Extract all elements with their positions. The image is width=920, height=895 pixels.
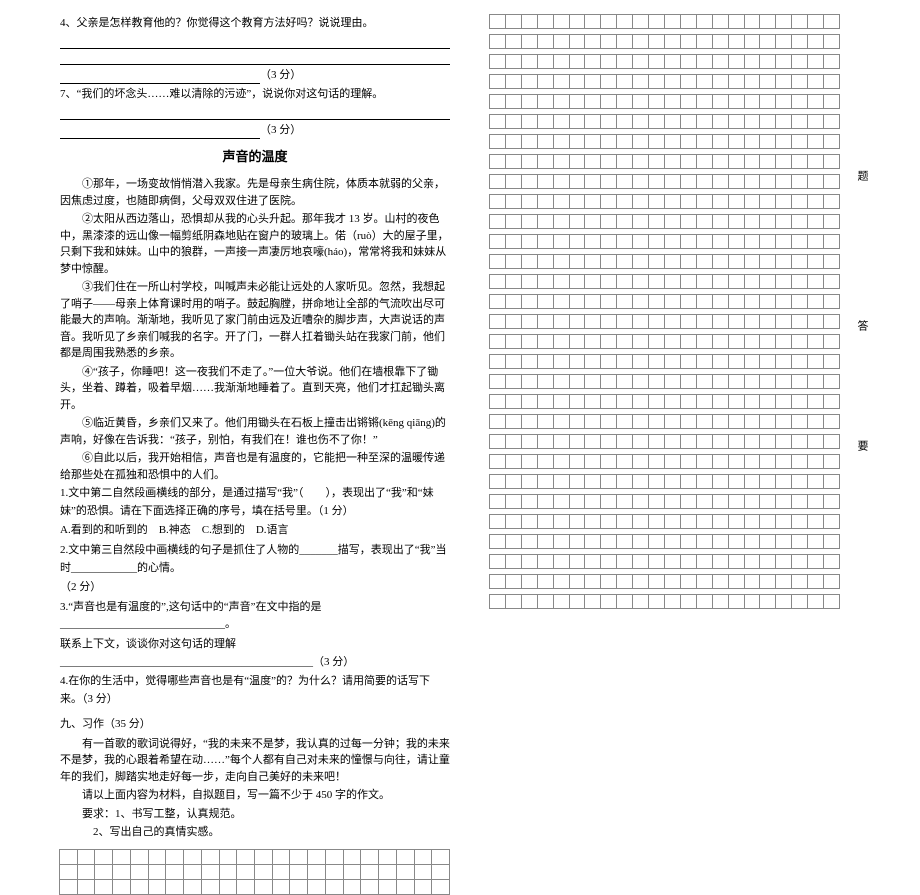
vertical-label-3: 要: [854, 440, 870, 459]
answer-line[interactable]: [60, 72, 260, 84]
reading-p1: ①那年，一场变故悄悄潜入我家。先是母亲生病住院，体质本就弱的父亲，因焦虑过度，也…: [60, 176, 450, 209]
answer-line[interactable]: [60, 106, 450, 120]
q7-prompt: 7、“我们的坏念头……难以清除的污迹”，说说你对这句话的理解。: [60, 86, 450, 104]
vertical-label-1: 题: [854, 170, 870, 189]
essay-p2: 请以上面内容为材料，自拟题目，写一篇不少于 450 字的作文。: [60, 787, 450, 804]
reading-p2: ②太阳从西边落山，恐惧却从我的心头升起。那年我才 13 岁。山村的夜色中，黑漆漆…: [60, 211, 450, 277]
q4-prompt: 4、父亲是怎样教育他的？你觉得这个教育方法好吗？说说理由。: [60, 15, 450, 33]
reading-q2b: （2 分）: [60, 579, 450, 597]
reading-p4: ④“孩子，你睡吧！这一夜我们不走了。”一位大爷说。他们在墙根靠下了锄头，坐着、蹲…: [60, 364, 450, 414]
reading-p3: ③我们住在一所山村学校，叫喊声未必能让远处的人家听见。忽然，我想起了哨子——母亲…: [60, 279, 450, 362]
essay-grid-right[interactable]: [490, 15, 840, 609]
reading-p6: ⑥自此以后，我开始相信，声音也是有温度的，它能把一种至深的温暖传递给那些处在孤独…: [60, 450, 450, 483]
reading-q3a: 3.“声音也是有温度的”,这句话中的“声音”在文中指的是____________…: [60, 599, 450, 634]
essay-p4: 2、写出自己的真情实感。: [60, 824, 450, 842]
essay-p3: 要求：1、书写工整，认真规范。: [60, 806, 450, 823]
vertical-label-2: 答: [854, 320, 870, 339]
reading-q1-options: A.看到的和听到的 B.神态 C.想到的 D.语言: [60, 522, 450, 540]
reading-p5: ⑤临近黄昏，乡亲们又来了。他们用锄头在石板上撞击出锵锵(kēng qiāng)的…: [60, 415, 450, 448]
reading-q1: 1.文中第二自然段画横线的部分，是通过描写“我”（ ），表现出了“我”和“妹妹”…: [60, 485, 450, 520]
answer-line[interactable]: [60, 51, 450, 65]
q4-score: （3 分）: [260, 69, 301, 81]
essay-p1: 有一首歌的歌词说得好，“我的未来不是梦，我认真的过每一分钟；我的未来不是梦，我的…: [60, 736, 450, 786]
reading-title: 声音的温度: [60, 147, 450, 168]
essay-heading: 九、习作（35 分）: [60, 716, 450, 734]
answer-line[interactable]: [60, 127, 260, 139]
essay-grid-left[interactable]: [60, 850, 450, 895]
answer-line[interactable]: [60, 35, 450, 49]
reading-q2a: 2.文中第三自然段中画横线的句子是抓住了人物的_______描写，表现出了“我”…: [60, 542, 450, 577]
reading-q3b: 联系上下文，谈谈你对这句话的理解________________________…: [60, 636, 450, 671]
q7-score: （3 分）: [260, 124, 301, 136]
reading-q4: 4.在你的生活中，觉得哪些声音也是有“温度”的？为什么？请用简要的话写下来。（3…: [60, 673, 450, 708]
